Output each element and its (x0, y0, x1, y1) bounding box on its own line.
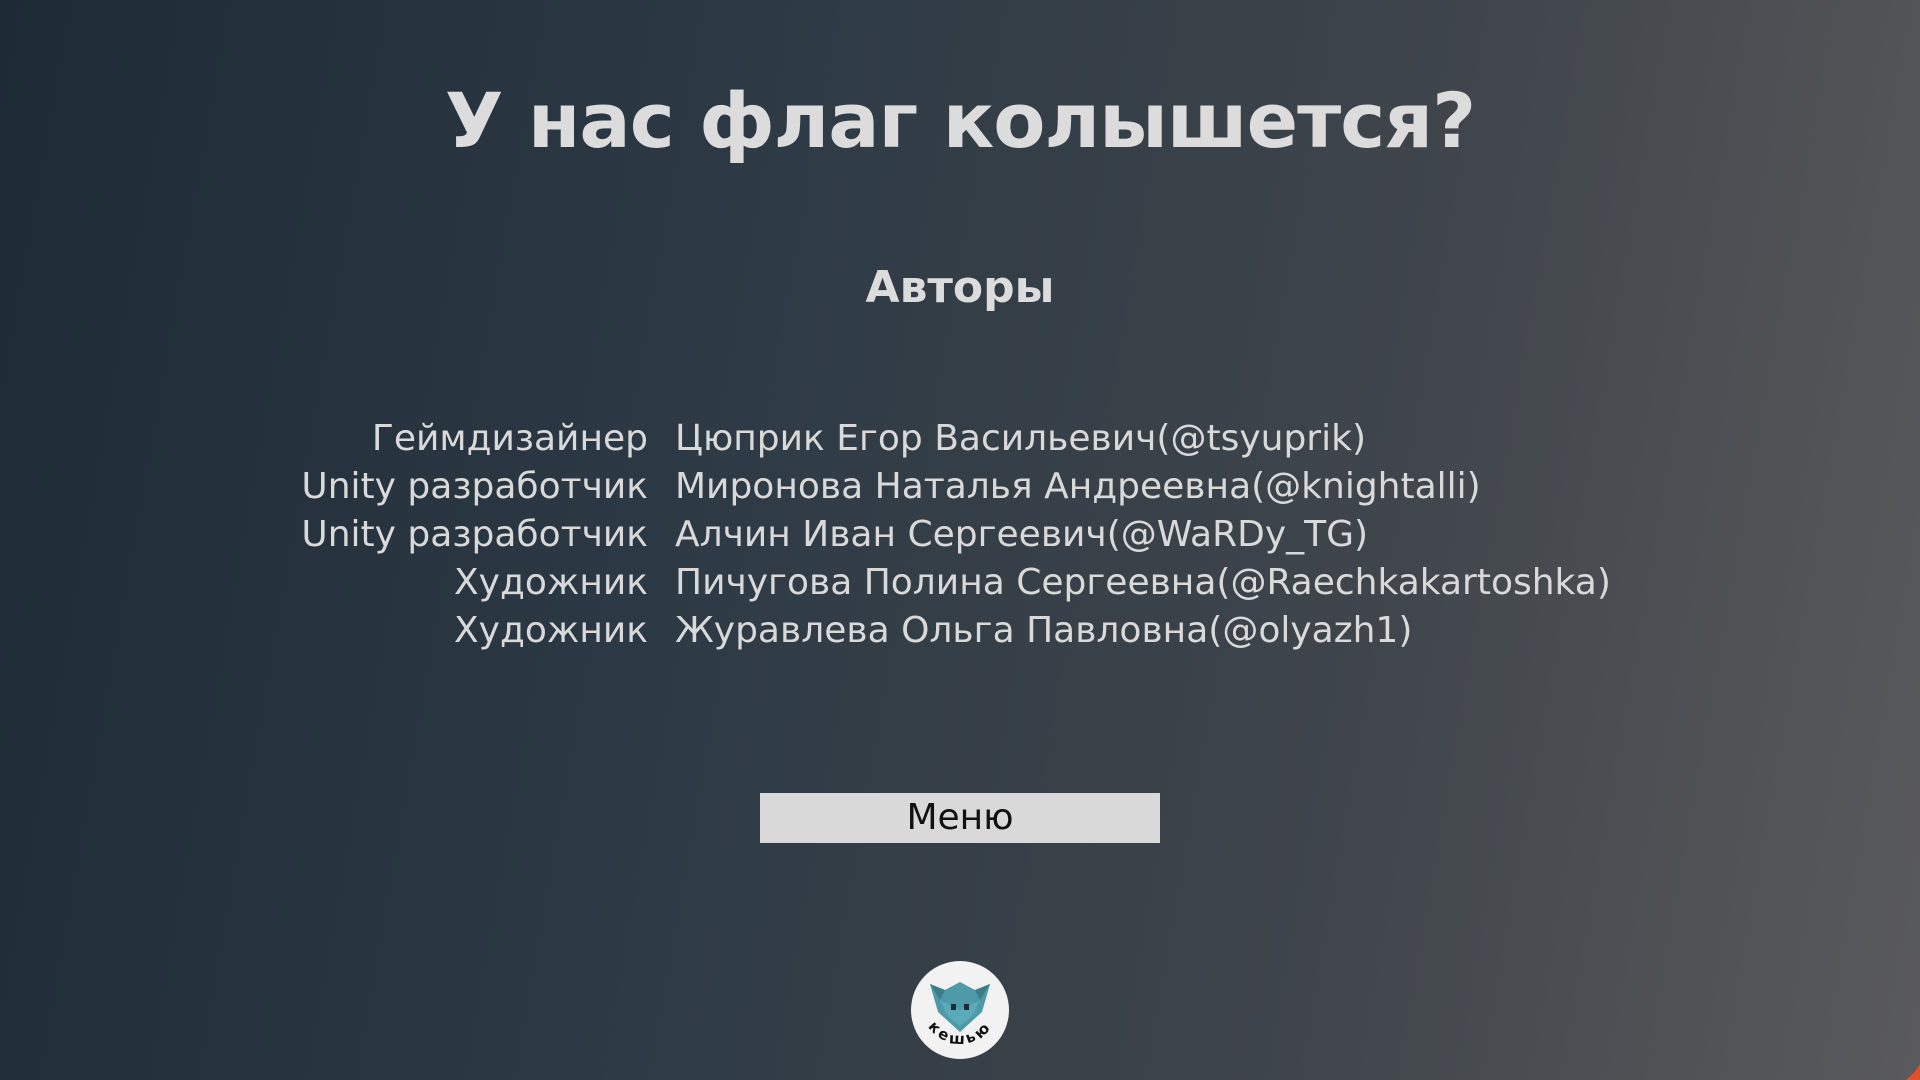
credit-role: Unity разработчик (301, 514, 648, 555)
studio-logo: кешью (910, 960, 1010, 1060)
credit-row: Художник Пичугова Полина Сергеевна(@Raec… (0, 559, 1920, 607)
credit-name: Журавлева Ольга Павловна(@olyazh1) (675, 610, 1413, 651)
corner-accent (1906, 1064, 1920, 1080)
credit-row: Геймдизайнер Цюприк Егор Васильевич(@tsy… (0, 415, 1920, 463)
fox-head-icon: кешью (911, 961, 1009, 1059)
credit-row: Unity разработчик Миронова Наталья Андре… (0, 463, 1920, 511)
authors-heading: Авторы (865, 262, 1055, 313)
credit-role: Unity разработчик (301, 466, 648, 507)
menu-button[interactable]: Меню (760, 793, 1160, 843)
game-title: У нас флаг колышется? (444, 76, 1476, 165)
credit-role: Художник (454, 562, 648, 603)
credit-name: Пичугова Полина Сергеевна(@Raechkakartos… (675, 562, 1611, 603)
credit-role: Геймдизайнер (371, 418, 648, 459)
credit-name: Алчин Иван Сергеевич(@WaRDy_TG) (675, 514, 1369, 555)
credits-list: Геймдизайнер Цюприк Егор Васильевич(@tsy… (0, 415, 1920, 655)
credit-name: Цюприк Егор Васильевич(@tsyuprik) (675, 418, 1366, 459)
credit-row: Unity разработчик Алчин Иван Сергеевич(@… (0, 511, 1920, 559)
credit-role: Художник (454, 610, 648, 651)
credit-name: Миронова Наталья Андреевна(@knightalli) (675, 466, 1481, 507)
credit-row: Художник Журавлева Ольга Павловна(@olyaz… (0, 607, 1920, 655)
